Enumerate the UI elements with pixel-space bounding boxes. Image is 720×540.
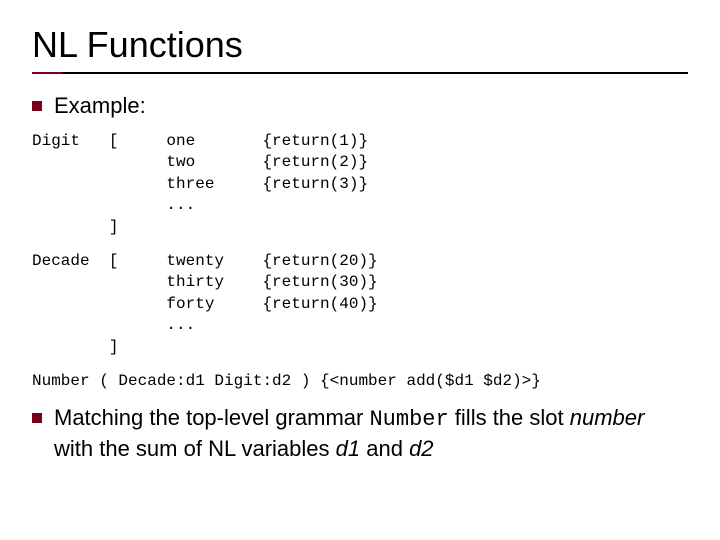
matching-var2: d2: [409, 436, 433, 461]
matching-and: and: [360, 436, 409, 461]
code-number-line: Number ( Decade:d1 Digit:d2 ) {<number a…: [32, 371, 688, 393]
square-bullet-icon: [32, 413, 42, 423]
matching-text: Matching the top-level grammar Number fi…: [54, 404, 688, 463]
matching-mid1: fills the slot: [449, 405, 570, 430]
matching-slot: number: [570, 405, 645, 430]
matching-mid2: with the sum of NL variables: [54, 436, 336, 461]
code-decade-block: Decade [ twenty {return(20)} thirty {ret…: [32, 251, 688, 359]
matching-code-number: Number: [369, 407, 448, 432]
title-underline: [32, 72, 688, 74]
square-bullet-icon: [32, 101, 42, 111]
code-digit-block: Digit [ one {return(1)} two {return(2)} …: [32, 131, 688, 239]
matching-var1: d1: [336, 436, 360, 461]
title-underline-accent: [32, 72, 62, 74]
example-label: Example:: [54, 92, 146, 121]
page-title: NL Functions: [32, 24, 688, 66]
example-row: Example:: [32, 92, 688, 121]
matching-prefix: Matching the top-level grammar: [54, 405, 369, 430]
matching-row: Matching the top-level grammar Number fi…: [32, 404, 688, 463]
slide: NL Functions Example: Digit [ one {retur…: [0, 0, 720, 493]
